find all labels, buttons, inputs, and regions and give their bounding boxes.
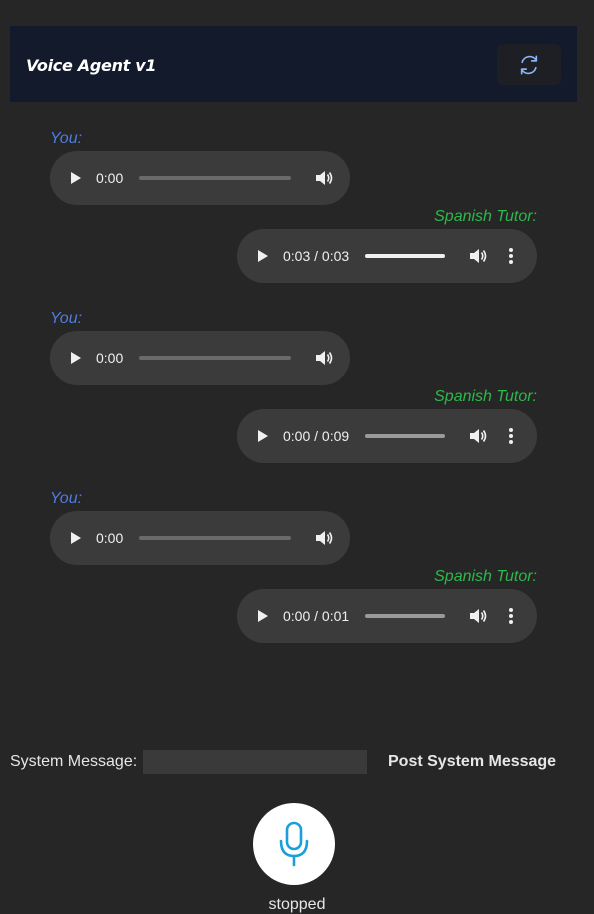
audio-progress[interactable]	[139, 356, 292, 360]
user-audio-player[interactable]: 0:00	[50, 511, 350, 565]
audio-progress[interactable]	[365, 254, 446, 258]
user-audio-player[interactable]: 0:00	[50, 331, 350, 385]
play-icon[interactable]	[70, 351, 82, 365]
user-label: You:	[50, 130, 83, 147]
play-icon[interactable]	[257, 609, 269, 623]
play-icon[interactable]	[70, 171, 82, 185]
refresh-button[interactable]	[497, 44, 561, 85]
tutor-label: Spanish Tutor:	[434, 568, 537, 585]
play-icon[interactable]	[257, 429, 269, 443]
user-audio-player[interactable]: 0:00	[50, 151, 350, 205]
more-options-icon[interactable]	[509, 428, 514, 444]
audio-time: 0:00 / 0:01	[283, 608, 350, 624]
tutor-label: Spanish Tutor:	[434, 208, 537, 225]
audio-time: 0:00 / 0:09	[283, 428, 350, 444]
audio-time: 0:00	[96, 350, 124, 366]
audio-progress[interactable]	[365, 434, 446, 438]
audio-time: 0:00	[96, 170, 124, 186]
app-header: Voice Agent v1	[10, 26, 577, 102]
user-label: You:	[50, 310, 83, 327]
system-message-label: System Message:	[10, 753, 138, 770]
play-icon[interactable]	[257, 249, 269, 263]
post-system-message-button[interactable]: Post System Message	[388, 753, 556, 771]
app-title: Voice Agent v1	[26, 56, 157, 75]
play-icon[interactable]	[70, 531, 82, 545]
tutor-label: Spanish Tutor:	[434, 388, 537, 405]
user-label: You:	[50, 490, 83, 507]
volume-icon[interactable]	[315, 170, 333, 186]
more-options-icon[interactable]	[509, 248, 514, 264]
microphone-button[interactable]	[253, 803, 335, 885]
recording-status: stopped	[268, 896, 326, 913]
volume-icon[interactable]	[315, 350, 333, 366]
volume-icon[interactable]	[315, 530, 333, 546]
volume-icon[interactable]	[469, 428, 487, 444]
audio-progress[interactable]	[365, 614, 446, 618]
microphone-icon	[279, 821, 309, 867]
volume-icon[interactable]	[469, 608, 487, 624]
system-message-input[interactable]	[143, 750, 367, 774]
audio-time: 0:03 / 0:03	[283, 248, 350, 264]
refresh-icon	[520, 54, 538, 75]
audio-time: 0:00	[96, 530, 124, 546]
audio-progress[interactable]	[139, 176, 292, 180]
audio-progress[interactable]	[139, 536, 292, 540]
tutor-audio-player[interactable]: 0:00 / 0:09	[237, 409, 537, 463]
tutor-audio-player[interactable]: 0:03 / 0:03	[237, 229, 537, 283]
volume-icon[interactable]	[469, 248, 487, 264]
tutor-audio-player[interactable]: 0:00 / 0:01	[237, 589, 537, 643]
more-options-icon[interactable]	[509, 608, 514, 624]
